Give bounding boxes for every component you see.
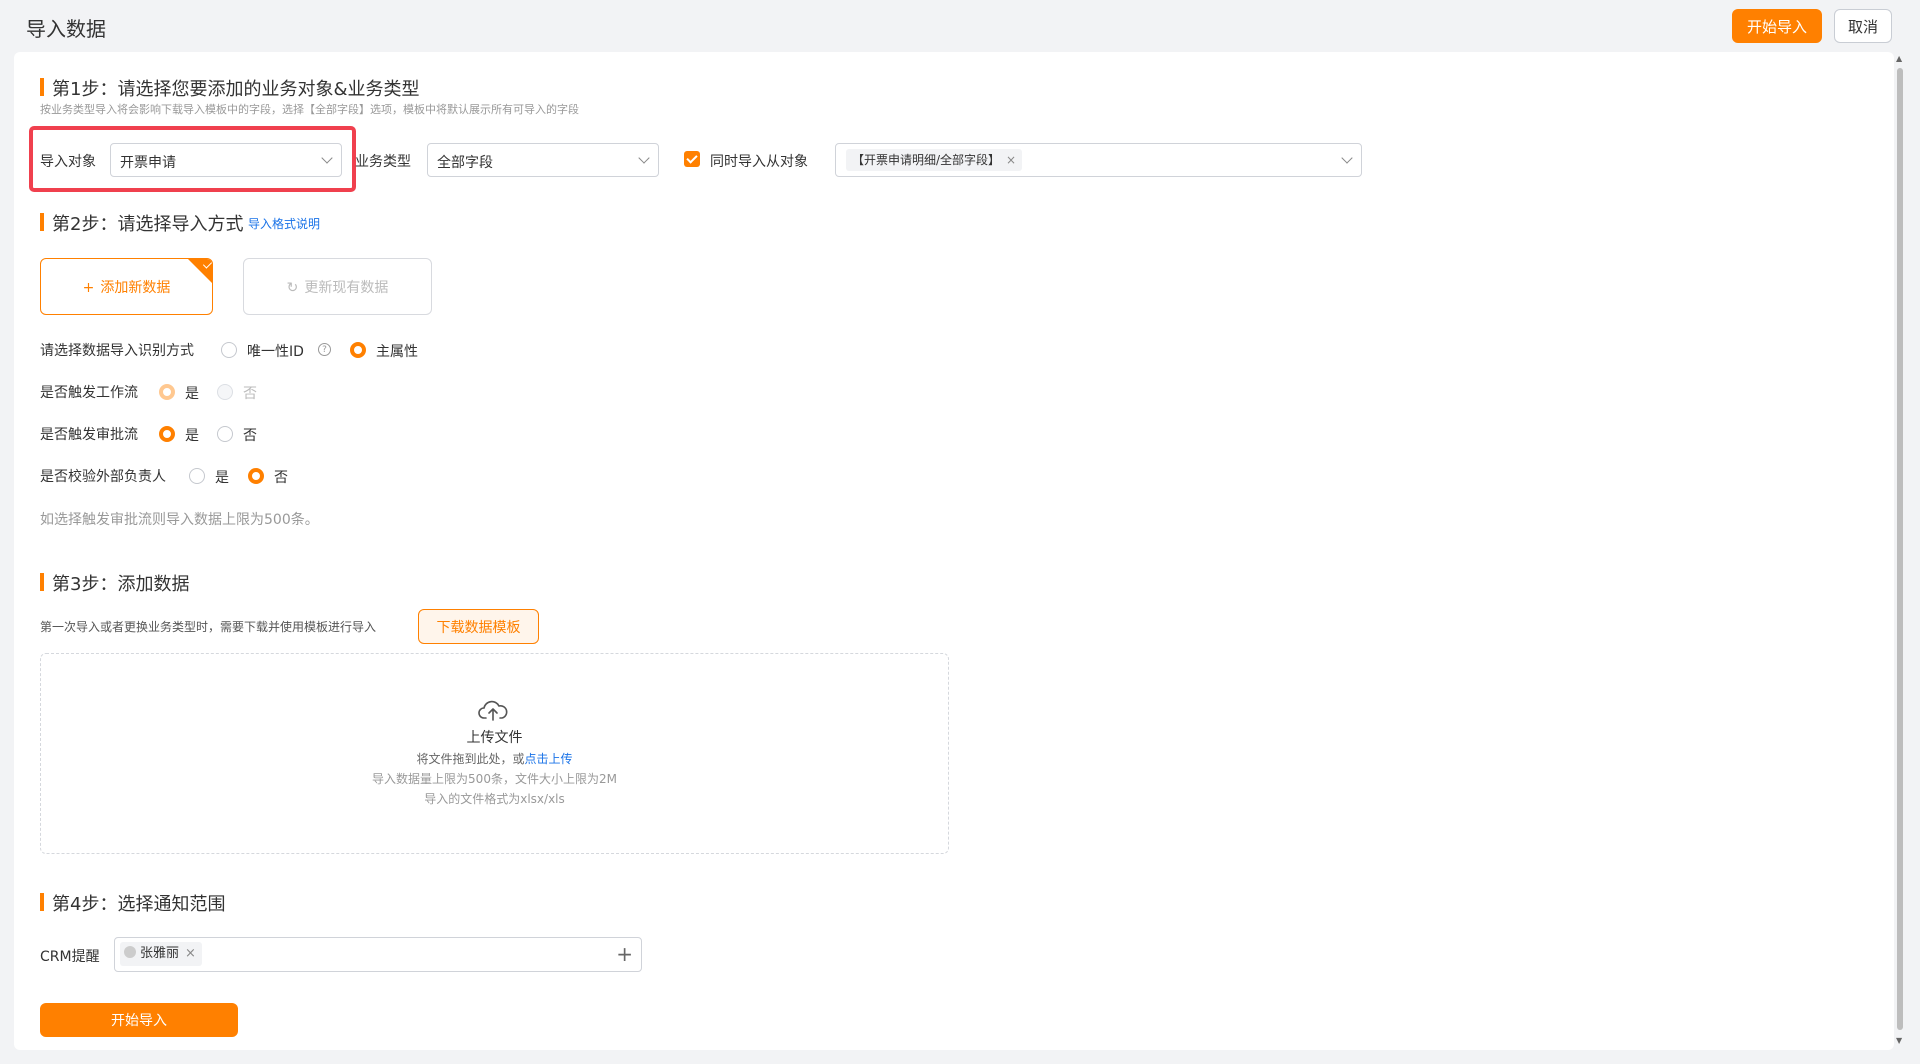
drag-text: 将文件拖到此处，或: [416, 752, 525, 766]
section-marker: [40, 78, 44, 96]
workflow-no-label: 否: [243, 386, 257, 402]
add-new-data-card[interactable]: + 添加新数据: [40, 258, 213, 315]
approval-yes-label: 是: [185, 428, 199, 444]
start-import-button[interactable]: 开始导入: [1732, 9, 1822, 43]
add-icon[interactable]: +: [616, 943, 633, 965]
cloud-upload-icon: [478, 700, 508, 721]
close-icon[interactable]: ×: [185, 946, 196, 961]
type-select[interactable]: 全部字段: [427, 143, 659, 177]
chevron-down-icon: [638, 152, 650, 164]
workflow-yes-radio[interactable]: [159, 384, 175, 400]
external-no-radio[interactable]: [248, 468, 264, 484]
scroll-down-arrow-icon[interactable]: ▼: [1896, 1036, 1902, 1045]
plus-icon: +: [82, 280, 95, 296]
sub-object-label: 同时导入从对象: [710, 154, 808, 170]
upload-format-text: 导入的文件格式为xlsx/xls: [424, 792, 565, 806]
step1-title: 第1步：请选择您要添加的业务对象&业务类型: [52, 79, 420, 100]
section-marker: [40, 213, 44, 231]
person-tag: 张雅丽 ×: [120, 942, 202, 966]
top-bar: 导入数据 开始导入 取消: [0, 0, 1920, 52]
update-existing-card[interactable]: ↻ 更新现有数据: [243, 258, 432, 315]
external-owner-label: 是否校验外部负责人: [40, 469, 166, 485]
section-marker: [40, 893, 44, 911]
workflow-label: 是否触发工作流: [40, 385, 138, 401]
identify-main-attr-radio[interactable]: [350, 342, 366, 358]
identify-unique-id-radio[interactable]: [221, 342, 237, 358]
approval-label: 是否触发审批流: [40, 427, 138, 443]
format-guide-link[interactable]: 导入格式说明: [248, 215, 320, 232]
external-yes-radio[interactable]: [189, 468, 205, 484]
scrollbar-thumb[interactable]: [1897, 68, 1903, 1030]
step3-hint: 第一次导入或者更换业务类型时，需要下载并使用模板进行导入: [40, 620, 377, 634]
click-upload-link[interactable]: 点击上传: [525, 752, 573, 766]
upload-instruction: 将文件拖到此处，或点击上传: [40, 750, 949, 767]
cancel-button[interactable]: 取消: [1834, 9, 1892, 43]
upload-title: 上传文件: [466, 730, 523, 746]
section-marker: [40, 573, 44, 591]
identify-main-attr-label: 主属性: [376, 344, 418, 360]
refresh-icon: ↻: [286, 280, 299, 296]
identify-unique-id-label: 唯一性ID: [247, 344, 304, 360]
start-import-bottom-button[interactable]: 开始导入: [40, 1003, 238, 1037]
highlight-box: [29, 126, 356, 192]
workflow-no-radio[interactable]: [217, 384, 233, 400]
scroll-up-arrow-icon[interactable]: ▲: [1896, 54, 1902, 63]
main-panel: [14, 52, 1894, 1050]
step3-title: 第3步：添加数据: [52, 574, 190, 595]
approval-limit-note: 如选择触发审批流则导入数据上限为500条。: [40, 512, 319, 528]
identify-label: 请选择数据导入识别方式: [40, 343, 194, 359]
chevron-down-icon: [1341, 152, 1353, 164]
close-icon[interactable]: ×: [1006, 153, 1016, 167]
crm-reminder-input[interactable]: 张雅丽 × +: [114, 937, 642, 972]
upload-limit-text: 导入数据量上限为500条，文件大小上限为2M: [372, 772, 617, 786]
update-existing-label: 更新现有数据: [304, 280, 389, 296]
type-select-value: 全部字段: [437, 155, 493, 171]
sub-object-tag-label: 【开票申请明细/全部字段】: [852, 153, 1001, 167]
download-template-button[interactable]: 下载数据模板: [418, 609, 539, 644]
approval-yes-radio[interactable]: [159, 426, 175, 442]
approval-no-label: 否: [243, 428, 257, 444]
sub-object-checkbox[interactable]: [684, 151, 700, 167]
avatar: [124, 946, 136, 958]
external-yes-label: 是: [215, 470, 229, 486]
sub-object-select[interactable]: 【开票申请明细/全部字段】 ×: [835, 143, 1362, 177]
external-no-label: 否: [274, 470, 288, 486]
person-name: 张雅丽: [140, 946, 180, 961]
add-new-data-label: 添加新数据: [100, 280, 171, 296]
sub-object-tag: 【开票申请明细/全部字段】 ×: [846, 149, 1023, 171]
help-icon[interactable]: ?: [318, 343, 331, 356]
crm-reminder-label: CRM提醒: [40, 949, 100, 965]
step4-title: 第4步：选择通知范围: [52, 894, 226, 915]
type-label: 业务类型: [355, 154, 411, 170]
step1-hint: 按业务类型导入将会影响下载导入模板中的字段，选择【全部字段】选项，模板中将默认展…: [40, 103, 579, 116]
step2-title: 第2步：请选择导入方式: [52, 214, 244, 235]
approval-no-radio[interactable]: [217, 426, 233, 442]
workflow-yes-label: 是: [185, 386, 199, 402]
page-title: 导入数据: [26, 17, 106, 41]
